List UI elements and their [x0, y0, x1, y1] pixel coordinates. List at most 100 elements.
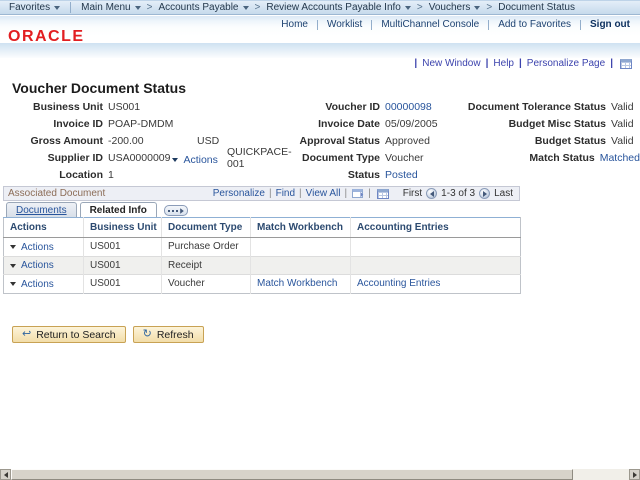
- next-rows-button[interactable]: [479, 188, 491, 199]
- home-link[interactable]: Home: [281, 19, 308, 30]
- application-window: Favorites Main Menu Accounts Payable Rev…: [0, 0, 640, 480]
- favorites-menu[interactable]: Favorites: [9, 2, 61, 13]
- field-value: USA0000009: [108, 151, 171, 164]
- toolbar-separator: [269, 188, 272, 199]
- breadcrumb: Favorites Main Menu Accounts Payable Rev…: [0, 0, 640, 15]
- field-value: Valid: [611, 134, 634, 147]
- field-label: Document Tolerance Status: [467, 100, 606, 113]
- field-label: Match Status: [529, 151, 595, 164]
- utility-separator: [519, 58, 522, 69]
- left-arrow-icon: [3, 471, 8, 478]
- personalize-layout-grid-icon[interactable]: [620, 58, 632, 69]
- header-link-divider: [488, 19, 490, 30]
- table-header-row: Actions Business Unit Document Type Matc…: [3, 217, 521, 238]
- refresh-button[interactable]: ↻ Refresh: [132, 326, 204, 343]
- tab-related-info[interactable]: Related Info: [79, 202, 157, 217]
- previous-rows-button[interactable]: [426, 188, 438, 199]
- field-status: Status Posted: [255, 166, 445, 183]
- main-menu[interactable]: Main Menu: [81, 2, 141, 13]
- utility-separator: [610, 58, 613, 69]
- worklist-link[interactable]: Worklist: [327, 19, 362, 30]
- cell-business-unit: US001: [83, 237, 162, 256]
- status-link[interactable]: Posted: [385, 169, 418, 181]
- header-link-divider: [371, 19, 373, 30]
- header: Home Worklist MultiChannel Console Add t…: [0, 16, 640, 58]
- breadcrumb-separator: [486, 2, 492, 13]
- field-label: Invoice Date: [318, 117, 380, 130]
- scroll-right-button[interactable]: [629, 469, 640, 480]
- table-row: Actions US001 Purchase Order: [3, 237, 521, 256]
- utility-separator: [414, 58, 417, 69]
- row-actions-dropdown[interactable]: Actions: [10, 260, 54, 271]
- actions-link: Actions: [21, 260, 54, 271]
- breadcrumb-label: Document Status: [498, 2, 575, 13]
- field-value: 1: [108, 168, 114, 181]
- scrollbar-thumb[interactable]: [11, 469, 573, 480]
- breadcrumb-separator: [417, 2, 423, 13]
- tab-documents[interactable]: Documents: [6, 202, 77, 217]
- field-value: -200.00: [108, 134, 144, 147]
- personalize-link[interactable]: Personalize: [213, 188, 265, 199]
- show-tabs-icon[interactable]: [163, 205, 188, 216]
- return-to-search-button[interactable]: ↩ Return to Search: [12, 326, 126, 343]
- field-value: Voucher: [385, 151, 424, 164]
- horizontal-scrollbar[interactable]: [0, 469, 640, 480]
- add-to-favorites-link[interactable]: Add to Favorites: [498, 19, 571, 30]
- supplier-actions-link[interactable]: Actions: [183, 154, 217, 166]
- field-budget-misc-status: Budget Misc Status Valid: [440, 115, 640, 132]
- help-link[interactable]: Help: [493, 58, 514, 69]
- group-title: Associated Document: [8, 188, 106, 199]
- cell-match-workbench: [250, 237, 351, 256]
- dots-icon: [167, 209, 178, 212]
- chevron-down-icon: [242, 5, 249, 10]
- actions-link: Actions: [21, 278, 54, 290]
- page-action-buttons: ↩ Return to Search ↻ Refresh: [12, 326, 204, 343]
- field-value: 05/09/2005: [385, 117, 438, 130]
- zoom-popup-window-icon[interactable]: [352, 189, 364, 198]
- group-header: Associated Document Personalize Find Vie…: [3, 186, 520, 201]
- supplier-actions-caret-icon[interactable]: [172, 157, 179, 162]
- match-workbench-link[interactable]: Match Workbench: [257, 278, 337, 289]
- cell-business-unit: US001: [83, 255, 162, 275]
- field-label: Supplier ID: [47, 151, 103, 164]
- new-window-link[interactable]: New Window: [422, 58, 480, 69]
- field-label: Budget Misc Status: [508, 117, 606, 130]
- table-row: Actions US001 Receipt: [3, 255, 521, 275]
- field-invoice-date: Invoice Date 05/09/2005: [255, 115, 445, 132]
- multichannel-console-link[interactable]: MultiChannel Console: [381, 19, 479, 30]
- field-label: Budget Status: [534, 134, 606, 147]
- cell-accounting-entries: [350, 237, 521, 256]
- field-label: Status: [347, 168, 380, 181]
- view-all-link[interactable]: View All: [306, 188, 341, 199]
- toolbar-separator: [368, 188, 371, 199]
- download-grid-icon[interactable]: [376, 188, 389, 199]
- row-actions-dropdown[interactable]: Actions: [10, 242, 54, 253]
- sign-out-link[interactable]: Sign out: [590, 19, 630, 30]
- breadcrumb-document-status: Document Status: [498, 2, 575, 13]
- cell-document-type: Receipt: [161, 255, 251, 275]
- voucher-id-link[interactable]: 00000098: [385, 101, 432, 113]
- field-value: POAP-DMDM: [108, 117, 174, 130]
- breadcrumb-accounts-payable[interactable]: Accounts Payable: [158, 2, 249, 13]
- field-label: Approval Status: [299, 134, 380, 147]
- button-label: Refresh: [156, 328, 194, 341]
- find-link[interactable]: Find: [276, 188, 295, 199]
- breadcrumb-vouchers[interactable]: Vouchers: [429, 2, 481, 13]
- breadcrumb-review-ap-info[interactable]: Review Accounts Payable Info: [266, 2, 411, 13]
- field-document-tolerance-status: Document Tolerance Status Valid: [440, 98, 640, 115]
- scroll-left-button[interactable]: [0, 469, 11, 480]
- header-gradient-band: [0, 43, 640, 58]
- row-actions-dropdown[interactable]: Actions: [10, 279, 54, 290]
- match-status-link[interactable]: Matched: [600, 152, 640, 164]
- accounting-entries-link[interactable]: Accounting Entries: [357, 278, 440, 289]
- column-header-actions: Actions: [3, 217, 84, 238]
- first-link: First: [402, 188, 423, 199]
- personalize-page-link[interactable]: Personalize Page: [527, 58, 605, 69]
- field-label: Gross Amount: [30, 134, 103, 147]
- column-header-business-unit: Business Unit: [83, 217, 162, 238]
- chevron-down-icon: [474, 5, 481, 10]
- button-label: Return to Search: [36, 328, 116, 341]
- field-voucher-id: Voucher ID 00000098: [255, 98, 445, 115]
- caret-down-icon: [10, 245, 16, 249]
- utility-separator: [486, 58, 489, 69]
